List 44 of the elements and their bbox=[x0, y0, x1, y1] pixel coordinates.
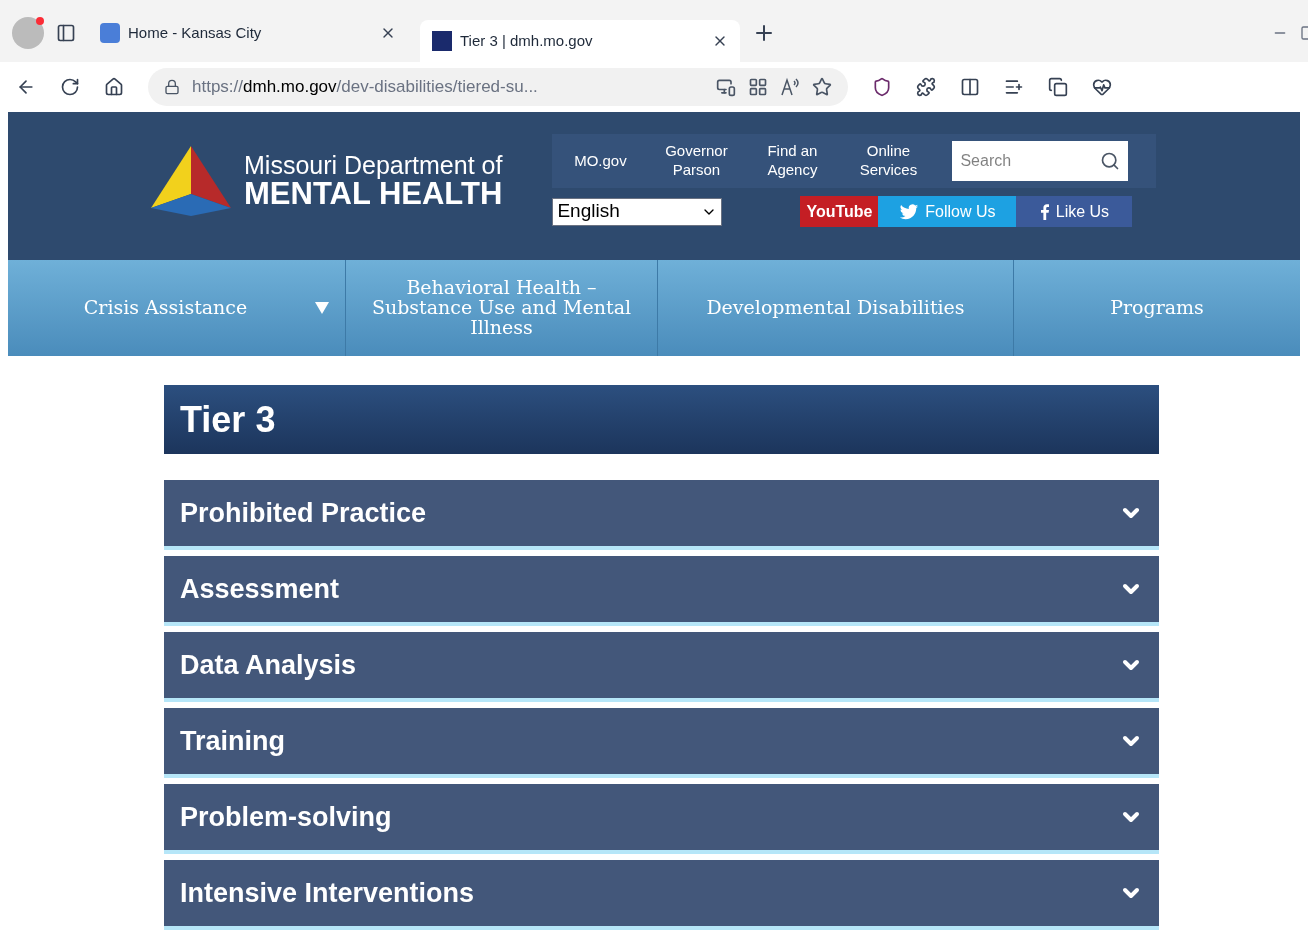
address-bar[interactable]: https://dmh.mo.gov/dev-disabilities/tiered-su... bbox=[148, 68, 848, 106]
bird-icon bbox=[899, 201, 920, 222]
refresh-icon[interactable] bbox=[60, 77, 80, 97]
utility-link[interactable]: Online Services bbox=[852, 142, 925, 180]
device-icon[interactable] bbox=[716, 77, 736, 97]
search-field[interactable]: Search bbox=[952, 141, 1129, 181]
f-icon bbox=[1039, 203, 1050, 220]
tab-title: Tier 3 | dmh.mo.gov bbox=[460, 30, 594, 51]
utility-link[interactable]: Find an Agency bbox=[756, 142, 829, 180]
extensions-icon[interactable] bbox=[916, 77, 936, 97]
tab-favicon-icon bbox=[432, 31, 452, 51]
favorites-icon[interactable] bbox=[1004, 77, 1024, 97]
profile-icon[interactable] bbox=[12, 17, 44, 49]
logo-title: MENTAL HEALTH bbox=[244, 178, 503, 209]
youtube-link[interactable]: YouTube bbox=[800, 196, 879, 227]
search-icon[interactable] bbox=[1100, 151, 1121, 171]
lock-icon bbox=[164, 79, 180, 95]
extension-icon[interactable] bbox=[872, 77, 892, 97]
utility-link[interactable]: Governor Parson bbox=[660, 142, 733, 180]
utility-link[interactable]: MO.gov bbox=[564, 151, 637, 171]
read-aloud-icon[interactable] bbox=[780, 77, 800, 97]
accordion-header[interactable]: Assessment bbox=[164, 556, 1159, 626]
logo-icon bbox=[150, 146, 232, 216]
accordion-header[interactable]: Intensive Interventions bbox=[164, 860, 1159, 930]
page-title: Tier 3 bbox=[164, 385, 1159, 454]
tab-title: Home - Kansas City bbox=[128, 22, 263, 43]
apps-icon[interactable] bbox=[748, 77, 768, 97]
collections-icon[interactable] bbox=[1048, 77, 1068, 97]
like-link[interactable]: Like Us bbox=[1016, 196, 1133, 227]
language-select[interactable]: English bbox=[552, 197, 723, 226]
home-icon[interactable] bbox=[104, 77, 124, 97]
split-screen-icon[interactable] bbox=[960, 77, 980, 97]
accordion-header[interactable]: Data Analysis bbox=[164, 632, 1159, 702]
browser-tab[interactable]: Tier 3 | dmh.mo.gov bbox=[420, 20, 740, 62]
health-icon[interactable] bbox=[1092, 77, 1112, 97]
browser-tab[interactable]: Home - Kansas City bbox=[88, 12, 408, 54]
accordion-header[interactable]: Problem-solving bbox=[164, 784, 1159, 854]
accordion-header[interactable]: Prohibited Practice bbox=[164, 480, 1159, 550]
favorite-icon[interactable] bbox=[812, 77, 832, 97]
tab-favicon-icon bbox=[100, 23, 120, 43]
accordion-header[interactable]: Training bbox=[164, 708, 1159, 778]
logo-subtitle: Missouri Department of bbox=[244, 153, 503, 178]
url-text: https://dmh.mo.gov/dev-disabilities/tiered-su... bbox=[192, 76, 539, 99]
tab-actions-icon[interactable] bbox=[56, 23, 76, 43]
